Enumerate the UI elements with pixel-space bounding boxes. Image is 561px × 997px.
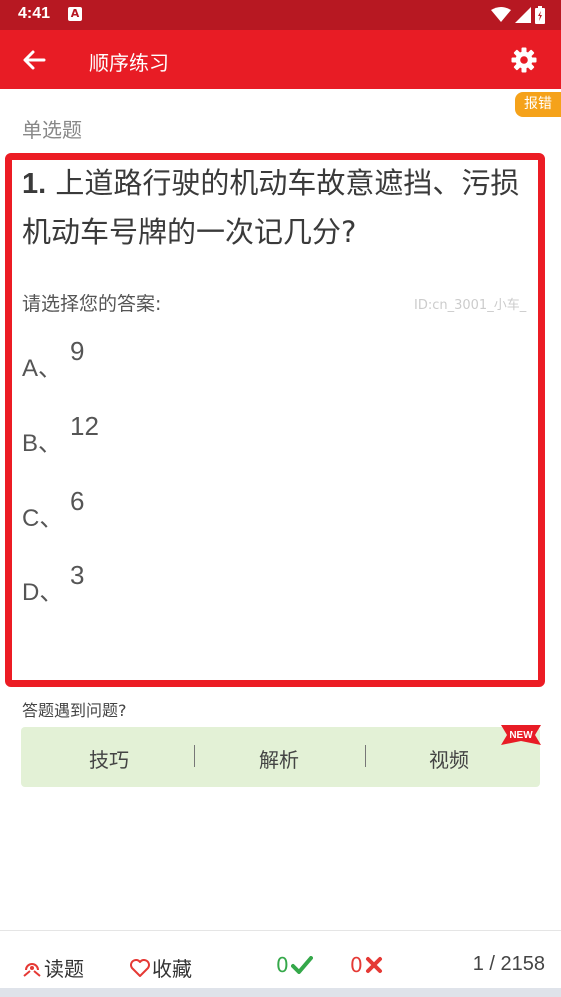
new-badge-text: NEW bbox=[509, 730, 533, 741]
settings-button[interactable] bbox=[507, 44, 541, 76]
wrong-count: 0 bbox=[350, 953, 383, 977]
correct-count-value: 0 bbox=[276, 953, 289, 977]
video-button[interactable]: 视频 bbox=[429, 744, 469, 773]
status-bar: 4:41 A bbox=[0, 0, 561, 30]
option-letter: D、 bbox=[22, 579, 64, 606]
question-id: ID:cn_3001_小车_ bbox=[414, 298, 527, 313]
heart-icon bbox=[130, 958, 150, 977]
option-text: 6 bbox=[70, 486, 85, 516]
help-label: 答题遇到问题? bbox=[22, 701, 127, 720]
cross-icon bbox=[365, 957, 382, 973]
question-number: 1. bbox=[22, 168, 47, 200]
status-icons bbox=[491, 6, 545, 24]
option-letter: B、 bbox=[22, 430, 63, 457]
back-button[interactable] bbox=[16, 44, 52, 76]
favorite-label: 收藏 bbox=[152, 957, 192, 981]
question-text: 1. 上道路行驶的机动车故意遮挡、污损机动车号牌的一次记几分? bbox=[22, 159, 532, 256]
option-letter: A、 bbox=[22, 355, 63, 382]
notification-icon: A bbox=[68, 7, 82, 21]
answer-prompt: 请选择您的答案: bbox=[22, 293, 162, 315]
signal-icon bbox=[515, 7, 531, 23]
arrow-left-icon bbox=[23, 50, 46, 70]
option-text: 3 bbox=[70, 560, 85, 590]
option-letter: C、 bbox=[22, 505, 64, 532]
divider bbox=[365, 745, 366, 767]
option-d[interactable]: D、 3 bbox=[22, 560, 522, 606]
report-error-button[interactable]: 报错 bbox=[515, 92, 561, 117]
check-icon bbox=[290, 956, 313, 974]
option-text: 9 bbox=[70, 336, 85, 366]
page-title: 顺序练习 bbox=[89, 51, 169, 75]
option-text: 12 bbox=[70, 411, 99, 441]
read-aloud-icon bbox=[23, 962, 41, 977]
read-label: 读题 bbox=[44, 957, 84, 981]
tips-button[interactable]: 技巧 bbox=[89, 744, 129, 773]
wrong-count-value: 0 bbox=[350, 953, 363, 977]
option-c[interactable]: C、 6 bbox=[22, 486, 522, 532]
help-bar: 技巧 解析 视频 NEW bbox=[21, 725, 541, 787]
favorite-button[interactable]: 收藏 bbox=[130, 953, 192, 982]
wifi-icon bbox=[491, 7, 511, 22]
option-b[interactable]: B、 12 bbox=[22, 411, 522, 457]
app-bar: 顺序练习 bbox=[0, 30, 561, 89]
read-question-button[interactable]: 读题 bbox=[22, 953, 84, 982]
question-type-label: 单选题 bbox=[22, 118, 82, 142]
question-progress[interactable]: 1 / 2158 bbox=[473, 953, 545, 976]
progress-text: 1 / 2158 bbox=[472, 953, 545, 975]
option-a[interactable]: A、 9 bbox=[22, 336, 522, 382]
divider bbox=[194, 745, 195, 767]
battery-icon bbox=[535, 6, 545, 24]
question-body: 上道路行驶的机动车故意遮挡、污损机动车号牌的一次记几分? bbox=[22, 166, 520, 249]
system-nav-bar bbox=[0, 988, 561, 997]
new-badge: NEW bbox=[501, 725, 541, 745]
bottom-bar: 读题 收藏 0 0 1 / 2158 bbox=[0, 930, 561, 997]
correct-count: 0 bbox=[276, 953, 313, 977]
gear-icon bbox=[511, 47, 537, 73]
explanation-button[interactable]: 解析 bbox=[259, 744, 299, 773]
status-time: 4:41 bbox=[18, 5, 51, 22]
